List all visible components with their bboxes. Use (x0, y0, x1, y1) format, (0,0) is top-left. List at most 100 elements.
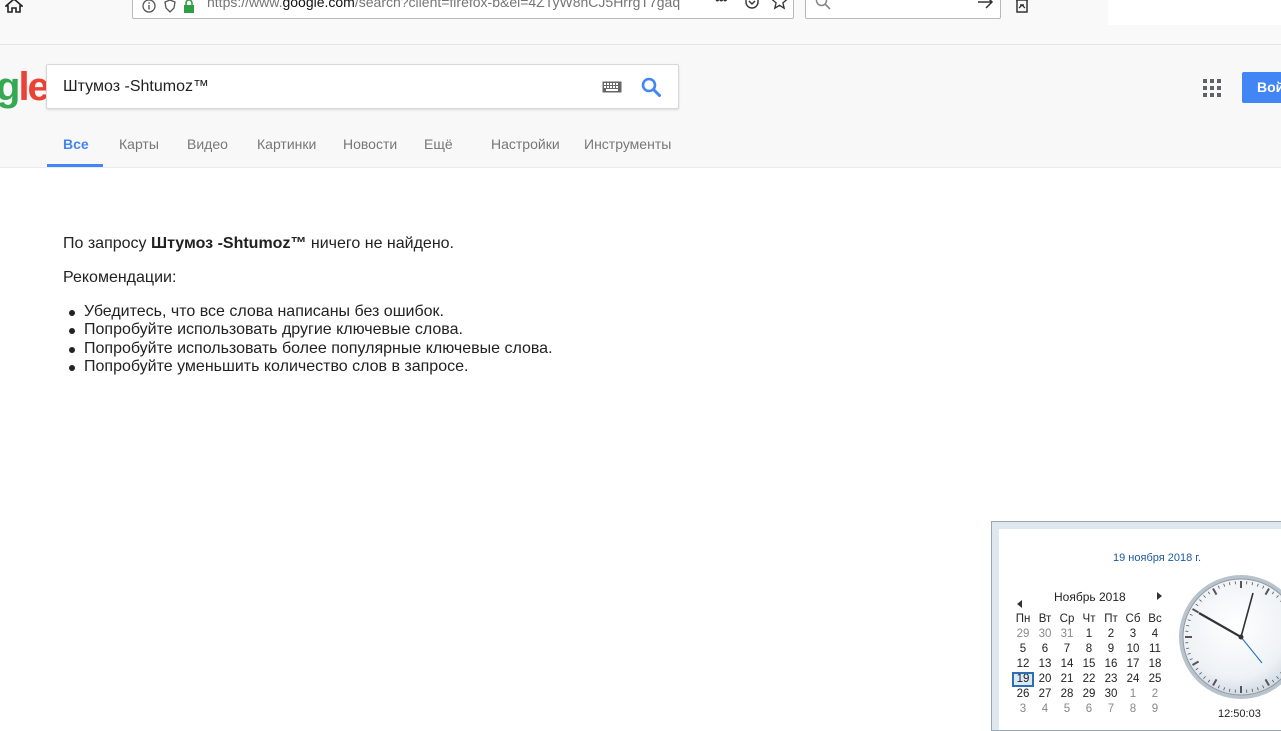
blank-panel (1108, 0, 1281, 25)
calendar-day[interactable]: 29 (1078, 687, 1100, 702)
tracking-shield-icon[interactable] (164, 0, 176, 13)
next-month-icon[interactable] (1157, 592, 1162, 600)
info-icon[interactable] (142, 0, 156, 13)
calendar-day[interactable]: 6 (1078, 702, 1100, 717)
tab-more[interactable]: Ещё (424, 136, 453, 152)
tab-maps[interactable]: Карты (119, 136, 159, 152)
sign-in-button[interactable]: Войти (1242, 72, 1281, 103)
calendar-day[interactable]: 25 (1144, 672, 1166, 687)
weekday-label: Пн (1012, 612, 1034, 627)
recommendations-title: Рекомендации: (63, 269, 176, 287)
search-input[interactable]: Штумоз -Shtumoz™ (63, 78, 209, 96)
calendar-day[interactable]: 3 (1122, 627, 1144, 642)
library-icon[interactable] (1014, 0, 1030, 14)
weekday-label: Сб (1122, 612, 1144, 627)
list-item: Попробуйте использовать более популярные… (63, 340, 553, 358)
keyboard-icon[interactable] (602, 81, 622, 93)
go-arrow-icon[interactable] (977, 0, 994, 9)
calendar-day[interactable]: 12 (1012, 657, 1034, 672)
calendar-day[interactable]: 19 (1012, 672, 1034, 687)
calendar-day[interactable]: 16 (1100, 657, 1122, 672)
home-icon[interactable] (5, 0, 23, 14)
calendar-day[interactable]: 9 (1100, 642, 1122, 657)
weekday-label: Пт (1100, 612, 1122, 627)
search-box[interactable]: Штумоз -Shtumoz™ (46, 64, 679, 109)
calendar-day[interactable]: 22 (1078, 672, 1100, 687)
calendar-day[interactable]: 5 (1056, 702, 1078, 717)
recommendations-list: Убедитесь, что все слова написаны без ош… (63, 303, 553, 376)
calendar-month-label[interactable]: Ноябрь 2018 (1054, 590, 1126, 604)
calendar-day[interactable]: 6 (1034, 642, 1056, 657)
tab-tools[interactable]: Инструменты (584, 136, 671, 152)
calendar-day[interactable]: 4 (1144, 627, 1166, 642)
apps-grid-icon[interactable] (1203, 79, 1221, 97)
prev-month-icon[interactable] (1017, 600, 1022, 608)
browser-toolbar: https://www.google.com/search?client=fir… (0, 0, 1281, 45)
calendar-day[interactable]: 5 (1012, 642, 1034, 657)
calendar-day[interactable]: 27 (1034, 687, 1056, 702)
calendar-day[interactable]: 3 (1012, 702, 1034, 717)
calendar-day[interactable]: 2 (1144, 687, 1166, 702)
calendar-day[interactable]: 1 (1122, 687, 1144, 702)
calendar-day[interactable]: 8 (1078, 642, 1100, 657)
browser-search-bar[interactable] (805, 0, 1001, 19)
calendar-week: 262728293012 (1012, 687, 1166, 702)
calendar-day[interactable]: 17 (1122, 657, 1144, 672)
search-header: gle Штумоз -Shtumoz™ Войти Все Карты Вид… (0, 45, 1281, 168)
search-tabs: Все Карты Видео Картинки Новости Ещё Нас… (0, 133, 1281, 167)
no-results-message: По запросу Штумоз -Shtumoz™ ничего не на… (63, 235, 454, 253)
tab-video[interactable]: Видео (187, 136, 228, 152)
url-bar[interactable]: https://www.google.com/search?client=fir… (132, 0, 794, 19)
weekday-label: Вт (1034, 612, 1056, 627)
calendar-day[interactable]: 30 (1034, 627, 1056, 642)
calendar-day[interactable]: 10 (1122, 642, 1144, 657)
calendar-week: 3456789 (1012, 702, 1166, 717)
analog-clock (1177, 573, 1281, 703)
calendar-day[interactable]: 23 (1100, 672, 1122, 687)
calendar-day[interactable]: 15 (1078, 657, 1100, 672)
calendar-day[interactable]: 29 (1012, 627, 1034, 642)
url-text[interactable]: https://www.google.com/search?client=fir… (207, 0, 681, 10)
active-tab-indicator (47, 164, 103, 167)
calendar-week: 19202122232425 (1012, 672, 1166, 687)
calendar-day[interactable]: 14 (1056, 657, 1078, 672)
calendar-day[interactable]: 21 (1056, 672, 1078, 687)
tab-settings[interactable]: Настройки (491, 136, 560, 152)
search-icon (815, 0, 831, 10)
google-logo[interactable]: gle (0, 65, 48, 110)
calendar-day[interactable]: 2 (1100, 627, 1122, 642)
calendar-week: 567891011 (1012, 642, 1166, 657)
tab-news[interactable]: Новости (343, 136, 397, 152)
clock-time: 12:50:03 (1218, 708, 1261, 720)
calendar-week: 2930311234 (1012, 627, 1166, 642)
lock-icon[interactable] (183, 0, 195, 13)
weekday-label: Чт (1078, 612, 1100, 627)
calendar-day[interactable]: 31 (1056, 627, 1078, 642)
calendar-day[interactable]: 30 (1100, 687, 1122, 702)
calendar-day[interactable]: 11 (1144, 642, 1166, 657)
calendar-day[interactable]: 20 (1034, 672, 1056, 687)
calendar-day[interactable]: 4 (1034, 702, 1056, 717)
pocket-icon[interactable] (744, 0, 760, 10)
tab-images[interactable]: Картинки (257, 136, 316, 152)
list-item: Попробуйте уменьшить количество слов в з… (63, 358, 553, 376)
calendar-day[interactable]: 13 (1034, 657, 1056, 672)
calendar-day[interactable]: 9 (1144, 702, 1166, 717)
bookmark-star-icon[interactable] (771, 0, 788, 10)
calendar-day[interactable]: 26 (1012, 687, 1034, 702)
calendar-day[interactable]: 8 (1122, 702, 1144, 717)
calendar-day[interactable]: 24 (1122, 672, 1144, 687)
calendar-day[interactable]: 28 (1056, 687, 1078, 702)
calendar-week: 12131415161718 (1012, 657, 1166, 672)
weekday-label: Вс (1144, 612, 1166, 627)
page-actions-icon[interactable]: ••• (715, 0, 727, 7)
weekday-header: ПнВтСрЧтПтСбВс (1012, 612, 1166, 627)
query-highlight: Штумоз -Shtumoz™ (151, 235, 306, 252)
calendar-day[interactable]: 7 (1056, 642, 1078, 657)
calendar-day[interactable]: 7 (1100, 702, 1122, 717)
calendar-day[interactable]: 1 (1078, 627, 1100, 642)
full-date-link[interactable]: 19 ноября 2018 г. (1113, 552, 1201, 564)
search-button-icon[interactable] (641, 77, 661, 97)
tab-all[interactable]: Все (63, 136, 89, 152)
calendar-day[interactable]: 18 (1144, 657, 1166, 672)
